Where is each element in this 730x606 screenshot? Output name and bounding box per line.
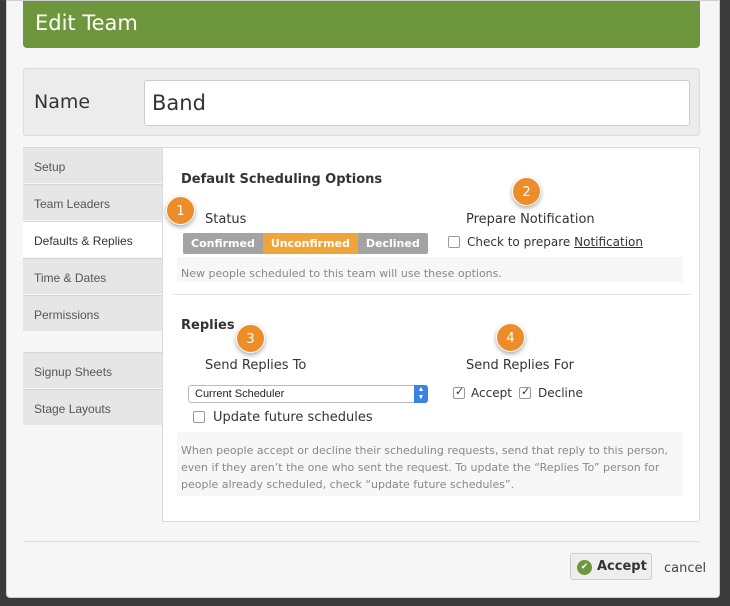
status-declined-option[interactable]: Declined [357,233,428,254]
footer-divider [23,541,700,542]
dialog-header: Edit Team [23,1,700,48]
decline-replies-checkbox[interactable] [519,385,531,399]
select-arrows-icon: ▲ ▼ [414,385,428,403]
prepare-notification-label: Prepare Notification [466,212,595,227]
tab-defaults-replies[interactable]: Defaults & Replies [23,221,162,257]
step-badge-2: 2 [512,177,541,206]
edit-team-dialog: Edit Team Name Setup Team Leaders Defaul… [6,0,720,598]
notification-link[interactable]: Notification [574,235,643,249]
send-replies-to-select[interactable]: Current Scheduler ▲ ▼ [188,385,428,403]
check-to-prepare-text: Check to prepare [467,235,571,249]
send-replies-to-label: Send Replies To [205,358,307,373]
tab-team-leaders[interactable]: Team Leaders [23,184,162,220]
update-future-schedules-label: Update future schedules [213,410,373,425]
defaults-note: New people scheduled to this team will u… [177,257,683,282]
section-divider [173,294,691,295]
accept-button[interactable]: ✔ Accept [570,553,652,580]
prepare-notification-checkbox[interactable] [448,236,460,248]
default-scheduling-title: Default Scheduling Options [181,172,383,187]
step-badge-4: 4 [496,323,525,352]
secondary-tabs: Signup Sheets Stage Layouts [23,352,162,426]
dialog-title: Edit Team [35,11,138,35]
step-badge-1: 1 [166,196,195,225]
tab-stage-layouts[interactable]: Stage Layouts [23,389,162,425]
settings-tabs: Setup Team Leaders Defaults & Replies Ti… [23,147,162,332]
prepare-notification-text: Check to prepare Notification [467,235,643,249]
team-name-input[interactable] [144,80,690,126]
step-badge-3: 3 [236,324,265,353]
status-confirmed-option[interactable]: Confirmed [183,233,263,254]
cancel-link[interactable]: cancel [664,561,706,576]
tab-time-dates[interactable]: Time & Dates [23,258,162,294]
tab-setup[interactable]: Setup [23,147,162,183]
tab-permissions[interactable]: Permissions [23,295,162,331]
send-replies-to-value: Current Scheduler [195,388,285,400]
status-segmented-control: Confirmed Unconfirmed Declined [183,233,428,254]
checkmark-icon: ✔ [577,560,592,575]
accept-replies-label: Accept [471,386,512,400]
name-panel: Name [23,68,700,136]
replies-note: When people accept or decline their sche… [177,432,683,496]
accept-button-label: Accept [597,559,647,574]
update-future-schedules-checkbox[interactable] [193,411,205,423]
name-label: Name [34,91,91,113]
send-replies-for-label: Send Replies For [466,358,575,373]
status-label: Status [205,212,247,227]
status-unconfirmed-option[interactable]: Unconfirmed [262,233,358,254]
tab-signup-sheets[interactable]: Signup Sheets [23,352,162,388]
accept-replies-checkbox[interactable] [453,385,465,399]
replies-title: Replies [181,318,235,333]
decline-replies-label: Decline [538,386,583,400]
